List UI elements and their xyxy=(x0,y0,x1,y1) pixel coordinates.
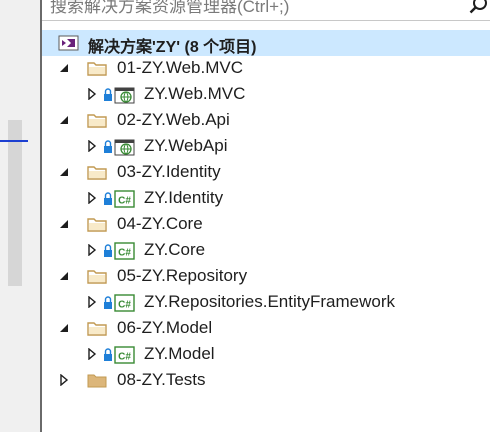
folder-label: 04-ZY.Core xyxy=(117,214,203,233)
lock-icon xyxy=(104,296,112,309)
tree-row-folder[interactable]: 06-ZY.Model xyxy=(42,316,490,342)
svg-text:C#: C# xyxy=(118,196,131,207)
tree-row-folder[interactable]: 04-ZY.Core xyxy=(42,212,490,238)
expand-arrow-icon[interactable] xyxy=(86,88,98,100)
tree-row-folder[interactable]: 03-ZY.Identity xyxy=(42,160,490,186)
folder-icon xyxy=(87,270,107,284)
folder-label: 08-ZY.Tests xyxy=(117,370,206,389)
project-label: ZY.Web.MVC xyxy=(144,84,246,103)
csharp-project-icon: C# xyxy=(114,294,135,312)
collapse-arrow-icon[interactable] xyxy=(58,166,70,178)
solution-icon xyxy=(58,35,79,51)
tree-row-project[interactable]: C# ZY.Repositories.EntityFramework xyxy=(42,290,490,316)
folder-icon xyxy=(87,166,107,180)
svg-text:C#: C# xyxy=(118,248,131,259)
expand-arrow-icon[interactable] xyxy=(86,192,98,204)
collapse-arrow-icon[interactable] xyxy=(58,62,70,74)
svg-text:C#: C# xyxy=(118,352,131,363)
tree-row-folder[interactable]: 01-ZY.Web.MVC xyxy=(42,56,490,82)
margin-scrollbar[interactable] xyxy=(8,120,22,286)
folder-label: 02-ZY.Web.Api xyxy=(117,110,230,129)
tree-row-project[interactable]: ZY.Web.MVC xyxy=(42,82,490,108)
lock-icon xyxy=(104,88,112,101)
tree-row-folder[interactable]: 02-ZY.Web.Api xyxy=(42,108,490,134)
csharp-project-icon: C# xyxy=(114,346,135,364)
csharp-project-icon: C# xyxy=(114,242,135,260)
tree-row-project[interactable]: C# ZY.Core xyxy=(42,238,490,264)
tree-row-solution[interactable]: 解决方案'ZY' (8 个项目) xyxy=(42,30,490,56)
expand-arrow-icon[interactable] xyxy=(86,140,98,152)
tree-row-project[interactable]: ZY.WebApi xyxy=(42,134,490,160)
lock-icon xyxy=(104,244,112,257)
tree-row-project[interactable]: C# ZY.Identity xyxy=(42,186,490,212)
csharp-project-icon: C# xyxy=(114,190,135,208)
solution-label: 解决方案'ZY' (8 个项目) xyxy=(88,39,257,56)
folder-icon xyxy=(87,374,107,388)
tree-row-project[interactable]: C# ZY.Model xyxy=(42,342,490,368)
web-project-icon xyxy=(114,139,135,156)
project-label: ZY.Core xyxy=(144,240,206,259)
collapse-arrow-icon[interactable] xyxy=(58,270,70,282)
expand-arrow-icon[interactable] xyxy=(86,348,98,360)
folder-label: 06-ZY.Model xyxy=(117,318,213,337)
expand-arrow-icon[interactable] xyxy=(58,374,70,386)
folder-icon xyxy=(87,218,107,232)
folder-icon xyxy=(87,114,107,128)
collapse-arrow-icon[interactable] xyxy=(58,114,70,126)
svg-text:C#: C# xyxy=(118,300,131,311)
project-label: ZY.WebApi xyxy=(144,136,228,155)
folder-icon xyxy=(87,322,107,336)
folder-label: 03-ZY.Identity xyxy=(117,162,221,181)
lock-icon xyxy=(104,192,112,205)
solution-explorer: 搜索解决方案资源管理器(Ctrl+;) 解决方案'ZY' (8 个项目) 01-… xyxy=(0,0,490,432)
tree-row-folder[interactable]: 08-ZY.Tests xyxy=(42,368,490,394)
project-label: ZY.Model xyxy=(144,344,215,363)
expand-arrow-icon[interactable] xyxy=(86,296,98,308)
project-label: ZY.Identity xyxy=(144,188,224,207)
tree-row-folder[interactable]: 05-ZY.Repository xyxy=(42,264,490,290)
expand-arrow-icon[interactable] xyxy=(86,244,98,256)
search-icon[interactable] xyxy=(469,0,489,16)
folder-label: 01-ZY.Web.MVC xyxy=(117,58,243,77)
search-box[interactable]: 搜索解决方案资源管理器(Ctrl+;) xyxy=(42,0,490,21)
search-input[interactable]: 搜索解决方案资源管理器(Ctrl+;) xyxy=(50,0,289,17)
lock-icon xyxy=(104,140,112,153)
folder-icon xyxy=(87,62,107,76)
project-label: ZY.Repositories.EntityFramework xyxy=(144,292,395,311)
folder-label: 05-ZY.Repository xyxy=(117,266,248,285)
collapse-arrow-icon[interactable] xyxy=(58,322,70,334)
lock-icon xyxy=(104,348,112,361)
web-project-icon xyxy=(114,87,135,104)
collapse-arrow-icon[interactable] xyxy=(58,218,70,230)
line-marker xyxy=(0,140,28,142)
